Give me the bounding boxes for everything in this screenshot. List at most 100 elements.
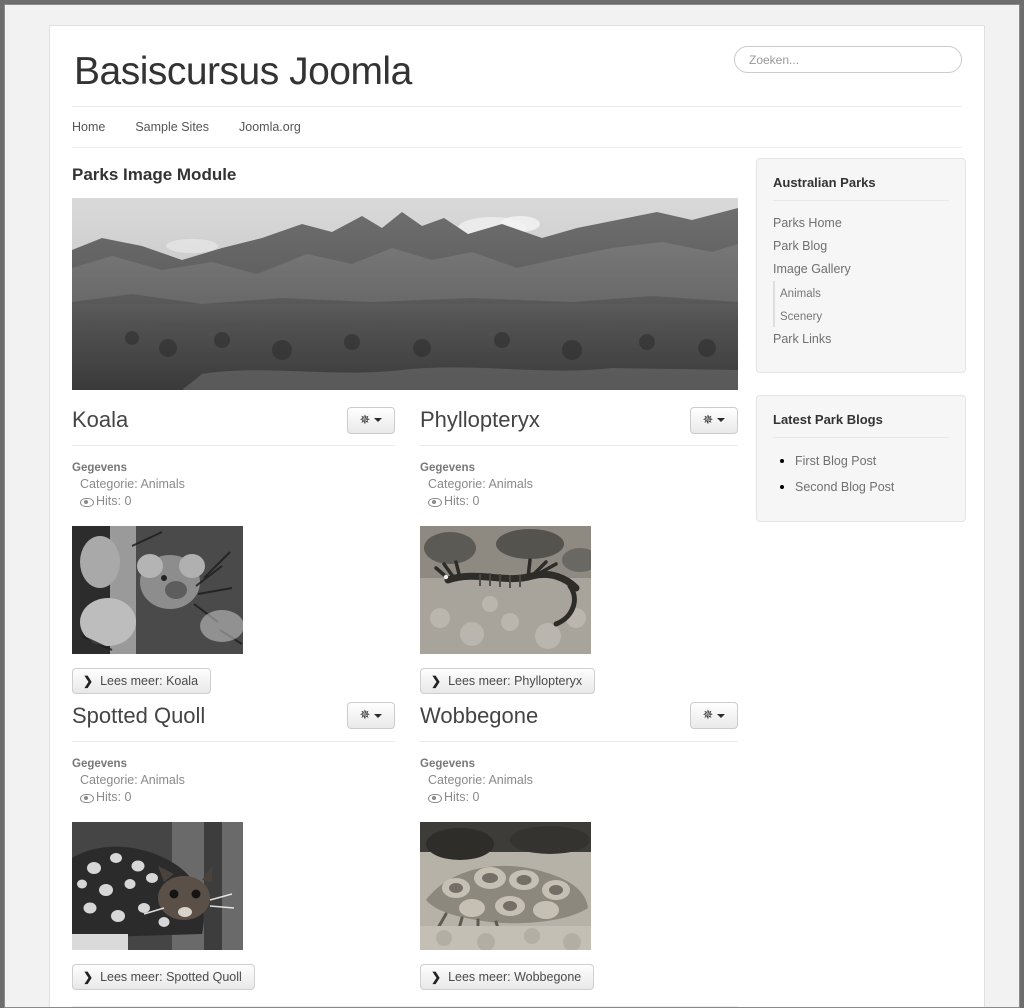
eye-icon [80,497,94,507]
module-title: Latest Park Blogs [773,412,949,439]
article-hits-row: Hits: 0 [420,789,738,806]
article-header: Spotted Quoll ✵ [72,700,395,742]
menu-link[interactable]: Animals [780,288,821,300]
article-info-title: Gegevens [420,462,475,474]
module-title: Australian Parks [773,175,949,201]
article-options-button[interactable]: ✵ [347,702,395,730]
article-category: Categorie: Animals [428,477,533,491]
article-grid: Koala ✵ Gegevens Categorie: Animals Hits… [72,404,738,996]
article-category: Categorie: Animals [428,772,533,787]
article-hits: Hits: 0 [444,493,480,508]
sidebar: Australian Parks Parks Home Park Blog Im… [756,148,966,544]
menu-item-parks-home[interactable]: Parks Home [773,211,949,234]
parks-image-module-heading: Parks Image Module [72,165,237,184]
page-container: Basiscursus Joomla Home Sample Sites Joo… [49,25,985,1007]
read-more-label: Lees meer: Spotted Quoll [100,969,242,984]
content-area: Parks Image Module Koala ✵ Gegevens Cate… [50,148,984,996]
menu-item-park-links[interactable]: Park Links [773,327,949,350]
gear-icon: ✵ [359,707,371,723]
main-navigation: Home Sample Sites Joomla.org [50,107,984,147]
hero-landscape-image [72,198,738,390]
read-more-label: Lees meer: Koala [100,673,199,688]
chevron-down-icon [374,418,383,422]
article-info-title: Gegevens [72,462,127,474]
parks-menu: Parks Home Park Blog Image Gallery Anima… [773,211,949,350]
menu-item-image-gallery[interactable]: Image Gallery Animals Scenery [773,257,949,327]
menu-link[interactable]: Parks Home [773,216,842,230]
search-module [734,46,962,73]
article-options-button[interactable]: ✵ [690,702,738,730]
menu-link[interactable]: Park Links [773,332,831,346]
article-thumbnail[interactable] [420,525,591,654]
article-info-title: Gegevens [72,757,127,770]
gear-icon: ✵ [359,411,371,427]
read-more-button[interactable]: ❯ Lees meer: Koala [72,667,212,694]
article-card: Spotted Quoll ✵ Gegevens Categorie: Anim… [72,700,405,996]
chevron-down-icon [717,418,726,422]
eye-icon [428,793,442,803]
article-card: Phyllopteryx ✵ Gegevens Categorie: Anima… [405,404,738,700]
article-options-button[interactable]: ✵ [347,406,395,434]
gear-icon: ✵ [702,411,714,427]
article-hits-row: Hits: 0 [72,789,395,806]
article-info: Gegevens Categorie: Animals Hits: 0 [420,462,738,510]
read-more-button[interactable]: ❯ Lees meer: Wobbegone [420,963,595,990]
chevron-right-icon: ❯ [83,969,94,984]
article-hits-row: Hits: 0 [72,493,395,510]
article-info: Gegevens Categorie: Animals Hits: 0 [420,758,738,806]
menu-link[interactable]: Image Gallery [773,262,851,276]
browser-viewport: Basiscursus Joomla Home Sample Sites Joo… [4,4,1020,1008]
article-info: Gegevens Categorie: Animals Hits: 0 [72,758,395,806]
article-info-title: Gegevens [420,757,475,770]
article-header: Wobbegone ✵ [420,700,738,742]
image-gallery-submenu: Animals Scenery [773,280,949,327]
article-title: Phyllopteryx [420,407,540,433]
main-column: Parks Image Module Koala ✵ Gegevens Cate… [72,148,738,996]
menu-item-animals[interactable]: Animals [780,281,949,304]
article-card: Koala ✵ Gegevens Categorie: Animals Hits… [72,404,405,700]
blog-link[interactable]: Second Blog Post [795,480,894,494]
article-card: Wobbegone ✵ Gegevens Categorie: Animals [405,700,738,996]
module-latest-park-blogs: Latest Park Blogs First Blog Post Second… [756,395,966,523]
article-title: Koala [72,407,129,433]
module-australian-parks: Australian Parks Parks Home Park Blog Im… [756,158,966,374]
blog-link[interactable]: First Blog Post [795,454,876,468]
article-category: Categorie: Animals [80,477,185,491]
menu-link[interactable]: Park Blog [773,239,827,253]
article-hits-row: Hits: 0 [420,493,738,510]
article-hits: Hits: 0 [96,789,132,804]
article-thumbnail[interactable] [72,525,243,654]
menu-link[interactable]: Scenery [780,311,822,323]
article-header: Koala ✵ [72,404,395,446]
article-options-button[interactable]: ✵ [690,406,738,434]
eye-icon [80,793,94,803]
chevron-right-icon: ❯ [431,673,442,688]
nav-item-sample-sites[interactable]: Sample Sites [135,120,209,134]
article-thumbnail[interactable] [420,821,591,950]
article-info: Gegevens Categorie: Animals Hits: 0 [72,462,395,510]
read-more-button[interactable]: ❯ Lees meer: Phyllopteryx [420,667,596,694]
chevron-right-icon: ❯ [83,673,94,688]
eye-icon [428,497,442,507]
menu-item-scenery[interactable]: Scenery [780,304,949,327]
nav-item-joomla-org[interactable]: Joomla.org [239,120,301,134]
article-header: Phyllopteryx ✵ [420,404,738,446]
chevron-down-icon [374,713,383,718]
nav-item-home[interactable]: Home [72,120,105,134]
menu-item-park-blog[interactable]: Park Blog [773,234,949,257]
list-item[interactable]: Second Blog Post [795,474,949,500]
blog-list: First Blog Post Second Blog Post [773,448,949,499]
article-hits: Hits: 0 [444,789,480,804]
article-title: Wobbegone [420,703,539,729]
list-item[interactable]: First Blog Post [795,448,949,474]
site-header: Basiscursus Joomla [50,26,984,106]
chevron-right-icon: ❯ [431,969,442,984]
read-more-label: Lees meer: Wobbegone [448,969,582,984]
read-more-button[interactable]: ❯ Lees meer: Spotted Quoll [72,963,255,990]
article-category: Categorie: Animals [80,772,185,787]
search-input[interactable] [734,46,962,73]
article-hits: Hits: 0 [96,493,132,508]
chevron-down-icon [717,713,726,718]
article-thumbnail[interactable] [72,821,243,950]
article-title: Spotted Quoll [72,703,206,729]
